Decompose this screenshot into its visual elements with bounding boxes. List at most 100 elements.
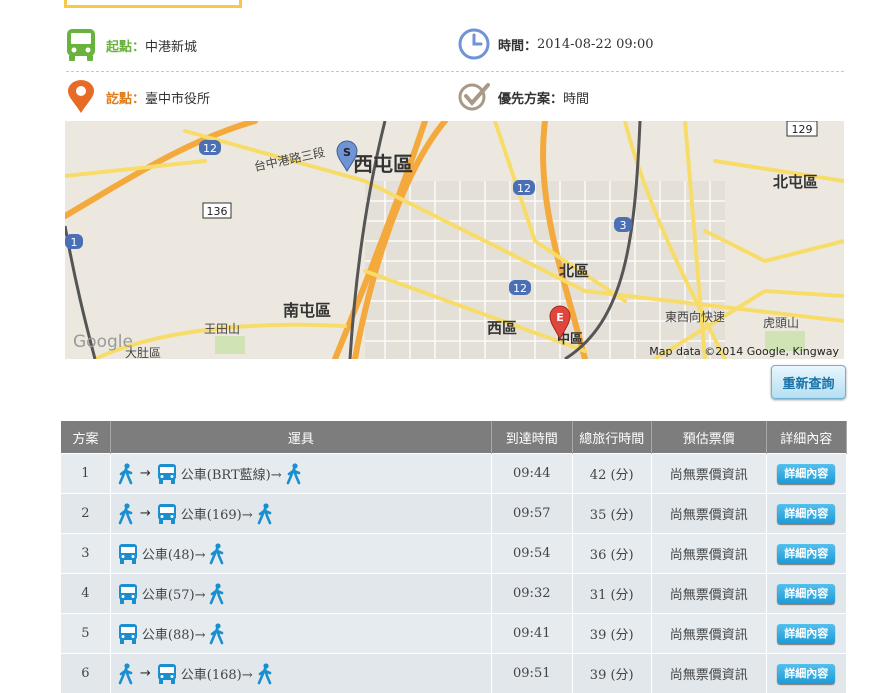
detail-button[interactable]: 詳細內容 (777, 464, 835, 484)
shield-12a: 12 (203, 142, 217, 155)
detail-cell: 詳細內容 (766, 534, 846, 574)
district-west: 西區 (487, 319, 517, 337)
transport-cell: 公車(57)→ (110, 574, 491, 614)
shield-3: 3 (620, 219, 627, 232)
time-label: 時間： (498, 35, 537, 54)
district-xitun: 西屯區 (353, 152, 413, 176)
map-canvas[interactable]: 129 136 12 12 12 1 3 西屯區 北屯區 北區 南屯區 西區 中… (65, 121, 844, 359)
district-beitun: 北屯區 (773, 173, 818, 191)
plan-number: 6 (61, 654, 110, 693)
walk-icon (209, 623, 225, 645)
bus-route-label: 公車(57)→ (142, 584, 206, 603)
district-nantun: 南屯區 (283, 301, 331, 320)
bus-icon (118, 543, 138, 565)
detail-button[interactable]: 詳細內容 (777, 624, 835, 644)
bus-icon (118, 583, 138, 605)
col-duration: 總旅行時間 (572, 421, 651, 454)
destination-value: 臺中市役所 (145, 88, 210, 107)
arrow-icon: → (140, 666, 151, 681)
arrow-icon: → (140, 506, 151, 521)
time-row: 時間： 2014-08-22 09:00 (458, 28, 654, 60)
fare-info: 尚無票價資訊 (651, 614, 766, 654)
arrow-icon: → (140, 466, 151, 481)
col-transport: 運具 (110, 421, 491, 454)
bus-icon (66, 28, 96, 62)
google-logo: Google (73, 332, 133, 352)
transport-cell: 公車(88)→ (110, 614, 491, 654)
bus-icon (157, 463, 177, 485)
arrival-time: 09:41 (491, 614, 572, 654)
bus-route-label: 公車(168)→ (181, 664, 253, 683)
plan-number: 2 (61, 494, 110, 534)
bus-route-label: 公車(169)→ (181, 504, 253, 523)
walk-icon (118, 663, 134, 685)
fare-info: 尚無票價資訊 (651, 534, 766, 574)
checkmark-circle-icon (458, 82, 490, 112)
detail-button[interactable]: 詳細內容 (777, 544, 835, 564)
map-pin-icon (66, 80, 96, 114)
walk-icon (286, 463, 302, 485)
bus-route-label: 公車(48)→ (142, 544, 206, 563)
walk-icon (257, 663, 273, 685)
total-duration: 36 (分) (572, 534, 651, 574)
bus-route-label: 公車(88)→ (142, 624, 206, 643)
bus-icon (157, 503, 177, 525)
transport-cell: → 公車(169)→ (110, 494, 491, 534)
shield-1: 1 (71, 236, 78, 249)
divider (66, 71, 844, 72)
destination-label: 訖點： (106, 88, 145, 107)
detail-button[interactable]: 詳細內容 (777, 664, 835, 684)
plan-number: 3 (61, 534, 110, 574)
start-marker-label: S (343, 146, 351, 159)
priority-value: 時間 (563, 88, 589, 107)
requery-button[interactable]: 重新查詢 (771, 365, 846, 399)
col-arrival: 到達時間 (491, 421, 572, 454)
route-map[interactable]: 129 136 12 12 12 1 3 西屯區 北屯區 北區 南屯區 西區 中… (65, 121, 844, 359)
detail-cell: 詳細內容 (766, 654, 846, 693)
table-row: 6 → 公車(168)→ 09:5139 (分)尚無票價資訊詳細內容 (61, 654, 847, 693)
bus-icon (118, 623, 138, 645)
col-fare: 預估票價 (651, 421, 766, 454)
table-row: 3公車(48)→09:5436 (分)尚無票價資訊詳細內容 (61, 534, 847, 574)
col-detail: 詳細內容 (766, 421, 846, 454)
origin-label: 起點： (106, 36, 145, 55)
bus-route-label: 公車(BRT藍線)→ (181, 464, 282, 483)
priority-row: 優先方案： 時間 (458, 82, 589, 112)
end-marker-label: E (556, 311, 564, 324)
arrival-time: 09:57 (491, 494, 572, 534)
arrival-time: 09:51 (491, 654, 572, 693)
priority-label: 優先方案： (498, 88, 563, 107)
place-wangtian: 王田山 (204, 322, 240, 336)
detail-button[interactable]: 詳細內容 (777, 504, 835, 524)
fare-info: 尚無票價資訊 (651, 494, 766, 534)
total-duration: 35 (分) (572, 494, 651, 534)
shield-129: 129 (792, 123, 813, 136)
total-duration: 39 (分) (572, 654, 651, 693)
detail-cell: 詳細內容 (766, 574, 846, 614)
district-north: 北區 (559, 262, 589, 280)
plan-number: 5 (61, 614, 110, 654)
plan-number: 1 (61, 454, 110, 494)
table-row: 1→公車(BRT藍線)→09:4442 (分)尚無票價資訊詳細內容 (61, 454, 847, 494)
detail-cell: 詳細內容 (766, 614, 846, 654)
map-attribution: Map data ©2014 Google, Kingway (649, 345, 839, 358)
total-duration: 42 (分) (572, 454, 651, 494)
bus-icon (157, 663, 177, 685)
table-row: 4公車(57)→09:3231 (分)尚無票價資訊詳細內容 (61, 574, 847, 614)
table-header-row: 方案 運具 到達時間 總旅行時間 預估票價 詳細內容 (61, 421, 847, 454)
plan-number: 4 (61, 574, 110, 614)
total-duration: 31 (分) (572, 574, 651, 614)
transport-cell: → 公車(BRT藍線)→ (110, 454, 491, 494)
results-table: 方案 運具 到達時間 總旅行時間 預估票價 詳細內容 1 → 公車(BRT藍線)→ 0… (61, 421, 847, 693)
shield-136: 136 (207, 205, 228, 218)
walk-icon (118, 463, 134, 485)
origin-row: 起點： 中港新城 (66, 28, 197, 62)
shield-12b: 12 (517, 182, 531, 195)
detail-button[interactable]: 詳細內容 (777, 584, 835, 604)
fare-info: 尚無票價資訊 (651, 654, 766, 693)
walk-icon (209, 543, 225, 565)
transport-cell: → 公車(168)→ (110, 654, 491, 693)
place-hutou: 虎頭山 (763, 316, 799, 330)
table-row: 2 → 公車(169)→ 09:5735 (分)尚無票價資訊詳細內容 (61, 494, 847, 534)
fare-info: 尚無票價資訊 (651, 454, 766, 494)
